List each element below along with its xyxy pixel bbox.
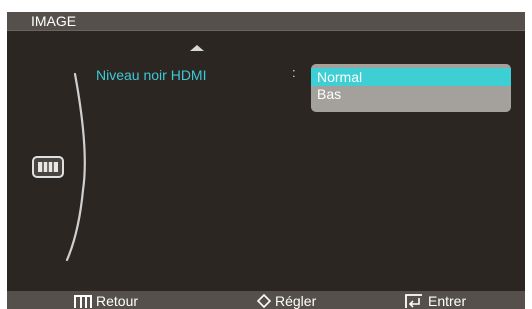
option-normal[interactable]: Normal [311, 68, 511, 86]
adjust-button[interactable]: Régler [257, 293, 367, 309]
setting-options: Normal Bas [311, 64, 511, 112]
setting-separator: : [292, 65, 296, 80]
option-normal-label: Normal [317, 69, 363, 85]
picture-category-icon[interactable] [32, 156, 64, 178]
back-label: Retour [96, 293, 139, 309]
title-divider [7, 30, 525, 31]
adjust-label: Régler [275, 293, 317, 309]
option-bas-label: Bas [317, 86, 342, 102]
up-down-icon [257, 294, 271, 308]
menu-title: IMAGE [31, 13, 77, 29]
back-button[interactable]: Retour [73, 293, 183, 309]
title-bar: IMAGE [7, 12, 525, 30]
footer-bar: Retour Régler Entrer [7, 291, 525, 309]
triangle-up-icon[interactable] [190, 45, 204, 51]
menu-icon [74, 295, 92, 308]
enter-button[interactable]: Entrer [405, 293, 505, 309]
enter-icon [405, 294, 422, 308]
enter-label: Entrer [428, 293, 467, 309]
setting-label[interactable]: Niveau noir HDMI [96, 67, 206, 83]
option-bas[interactable]: Bas [311, 85, 511, 103]
osd-menu: IMAGE Niveau noir HDMI : Normal Bas Reto… [7, 12, 525, 309]
